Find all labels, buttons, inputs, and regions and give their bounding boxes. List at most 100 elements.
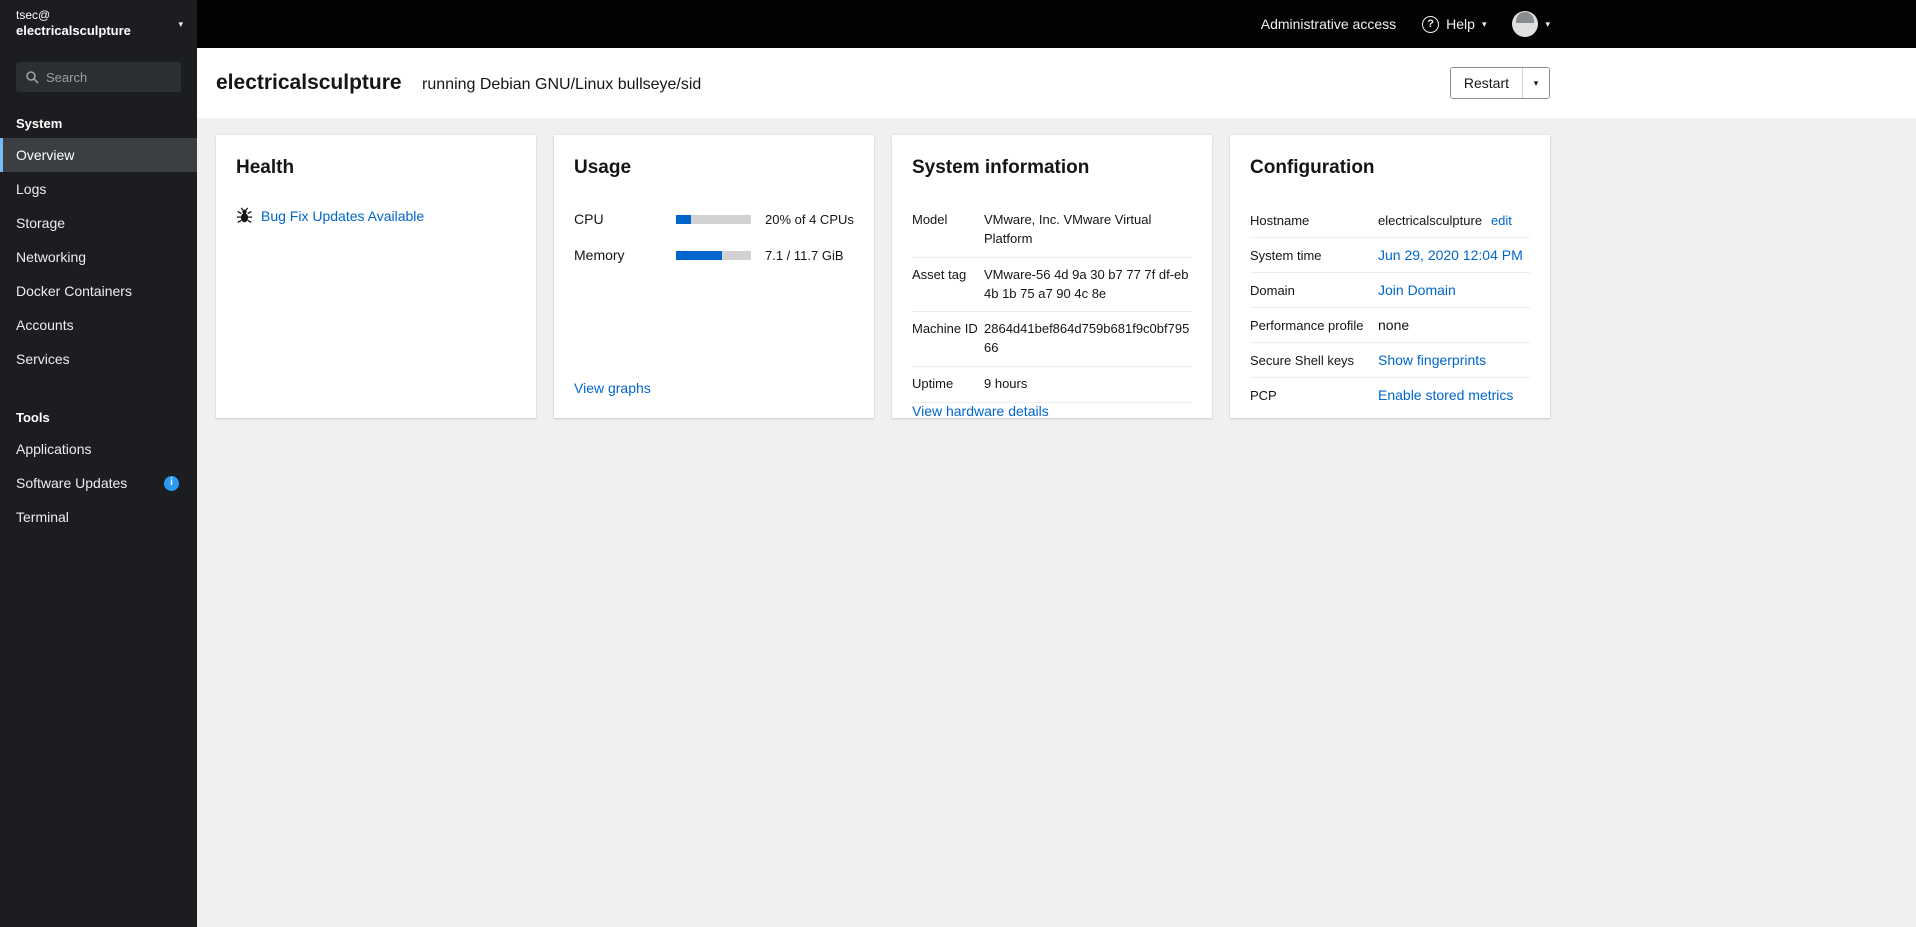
memory-usage-value: 7.1 / 11.7 GiB xyxy=(765,247,844,263)
health-card: Health Bug Fix Updates Available xyxy=(216,135,536,418)
sidebar-item-applications[interactable]: Applications xyxy=(0,432,197,466)
usage-rows: CPU 20% of 4 CPUs Memory 7.1 / 11.7 GiB xyxy=(574,211,854,283)
system-time-label: System time xyxy=(1250,248,1322,263)
sidebar-nav: System Overview Logs Storage Networking … xyxy=(0,102,197,927)
cpu-usage-value: 20% of 4 CPUs xyxy=(765,211,854,227)
memory-progress-bar xyxy=(676,250,751,260)
avatar xyxy=(1512,11,1539,37)
pcp-value: Enable stored metrics xyxy=(1378,387,1530,403)
model-value: VMware, Inc. VMware Virtual Platform xyxy=(984,212,1152,246)
restart-button[interactable]: Restart xyxy=(1450,68,1522,98)
administrative-access-button[interactable]: Administrative access xyxy=(1261,16,1396,32)
table-row: System time Jun 29, 2020 12:04 PM xyxy=(1250,238,1530,273)
table-row: Model VMware, Inc. VMware Virtual Platfo… xyxy=(912,203,1192,258)
sidebar-item-services[interactable]: Services xyxy=(0,342,197,376)
cpu-label: CPU xyxy=(574,211,604,227)
system-time-link[interactable]: Jun 29, 2020 12:04 PM xyxy=(1378,247,1523,263)
card-footer: View hardware details xyxy=(912,403,1192,421)
domain-label: Domain xyxy=(1250,283,1295,298)
view-graphs-link[interactable]: View graphs xyxy=(574,380,651,396)
hostname-label: Hostname xyxy=(1250,213,1310,228)
chevron-down-icon: ▾ xyxy=(1533,77,1539,88)
masthead-title-group: electricalsculpture running Debian GNU/L… xyxy=(216,71,701,95)
chevron-down-icon: ▾ xyxy=(178,18,183,29)
uptime-label: Uptime xyxy=(912,376,954,392)
help-label: Help xyxy=(1446,16,1475,32)
table-row: Machine ID 2864d41bef864d759b681f9c0bf79… xyxy=(912,312,1192,368)
hostname-value: electricalsculpture edit xyxy=(1378,212,1530,228)
join-domain-link[interactable]: Join Domain xyxy=(1378,282,1456,298)
show-fingerprints-link[interactable]: Show fingerprints xyxy=(1378,352,1486,368)
os-release-text: running Debian GNU/Linux bullseye/sid xyxy=(422,76,702,93)
restart-split-button: Restart ▾ xyxy=(1449,67,1550,99)
performance-profile-value: none xyxy=(1378,317,1410,333)
session-menu-button[interactable]: ▾ xyxy=(1512,11,1550,37)
content-area: Health Bug Fix Updates Available Usage C… xyxy=(197,118,1916,927)
cpu-progress-bar xyxy=(676,214,751,224)
sidebar-item-logs[interactable]: Logs xyxy=(0,172,197,206)
nav-section-label: System xyxy=(16,116,63,131)
table-row: PCP Enable stored metrics xyxy=(1250,378,1530,412)
help-menu-button[interactable]: ? Help ▾ xyxy=(1422,15,1487,33)
nav-section-label: Tools xyxy=(16,410,50,425)
main-area: Administrative access ? Help ▾ ▾ electri… xyxy=(197,0,1916,927)
table-row: Asset tag VMware-56 4d 9a 30 b7 77 7f df… xyxy=(912,258,1192,313)
sidebar: tsec@ electricalsculpture ▾ System Overv… xyxy=(0,0,197,927)
sidebar-item-label: Software Updates xyxy=(16,475,128,491)
nav-section-tools: Tools Applications Software Updates i Te… xyxy=(0,402,197,534)
help-icon: ? xyxy=(1422,15,1440,33)
host-switcher-text: tsec@ electricalsculpture xyxy=(16,8,131,39)
sidebar-search xyxy=(16,62,181,92)
table-row: Performance profile none xyxy=(1250,308,1530,343)
chevron-down-icon: ▾ xyxy=(1481,18,1487,29)
secure-shell-keys-label: Secure Shell keys xyxy=(1250,353,1355,368)
chevron-down-icon: ▾ xyxy=(1545,18,1550,29)
domain-value: Join Domain xyxy=(1378,282,1530,298)
model-label: Model xyxy=(912,212,948,227)
page-title: electricalsculpture xyxy=(216,71,402,94)
configuration-rows: Hostname electricalsculpture edit System… xyxy=(1250,203,1530,412)
machine-id-label: Machine ID xyxy=(912,321,978,337)
sidebar-item-terminal[interactable]: Terminal xyxy=(0,500,197,534)
sidebar-item-networking[interactable]: Networking xyxy=(0,240,197,274)
card-footer: View graphs xyxy=(574,380,854,398)
asset-tag-label: Asset tag xyxy=(912,266,967,282)
table-row: Domain Join Domain xyxy=(1250,273,1530,308)
current-host: electricalsculpture xyxy=(16,23,131,39)
card-title: Configuration xyxy=(1250,157,1375,178)
memory-label: Memory xyxy=(574,247,625,263)
asset-tag-value: VMware-56 4d 9a 30 b7 77 7f df-eb 4b 1b … xyxy=(984,266,1189,301)
host-switcher[interactable]: tsec@ electricalsculpture ▾ xyxy=(0,0,197,48)
app-root: tsec@ electricalsculpture ▾ System Overv… xyxy=(0,0,1916,927)
bug-fix-updates-link[interactable]: Bug Fix Updates Available xyxy=(261,208,424,224)
sidebar-item-accounts[interactable]: Accounts xyxy=(0,308,197,342)
machine-id-value: 2864d41bef864d759b681f9c0bf79566 xyxy=(984,321,1190,356)
sidebar-item-storage[interactable]: Storage xyxy=(0,206,197,240)
performance-profile-label: Performance profile xyxy=(1250,318,1364,333)
health-update-row: Bug Fix Updates Available xyxy=(236,207,516,224)
search-icon xyxy=(25,70,39,84)
system-info-rows: Model VMware, Inc. VMware Virtual Platfo… xyxy=(912,203,1192,403)
search-input[interactable] xyxy=(16,62,181,92)
table-row: Hostname electricalsculpture edit xyxy=(1250,203,1530,238)
enable-stored-metrics-link[interactable]: Enable stored metrics xyxy=(1378,387,1513,403)
table-row: Uptime 9 hours xyxy=(912,367,1192,403)
system-time-value: Jun 29, 2020 12:04 PM xyxy=(1378,247,1530,263)
configuration-card: Configuration Hostname electricalsculptu… xyxy=(1230,135,1550,418)
pcp-label: PCP xyxy=(1250,388,1277,403)
usage-card: Usage CPU 20% of 4 CPUs Memory 7.1 / 11.… xyxy=(554,135,874,418)
logged-in-user: tsec@ xyxy=(16,8,51,23)
card-title: Usage xyxy=(574,157,632,178)
card-title: Health xyxy=(236,157,295,178)
nav-section-system: System Overview Logs Storage Networking … xyxy=(0,108,197,376)
cpu-usage-row: CPU 20% of 4 CPUs xyxy=(574,211,854,227)
sidebar-item-overview[interactable]: Overview xyxy=(0,138,197,172)
uptime-value: 9 hours xyxy=(984,376,1028,392)
restart-dropdown-toggle[interactable]: ▾ xyxy=(1522,68,1549,98)
edit-hostname-link[interactable]: edit xyxy=(1491,213,1512,228)
view-hardware-details-link[interactable]: View hardware details xyxy=(912,403,1049,419)
system-information-card: System information Model VMware, Inc. VM… xyxy=(892,135,1212,421)
sidebar-item-docker-containers[interactable]: Docker Containers xyxy=(0,274,197,308)
sidebar-item-software-updates[interactable]: Software Updates i xyxy=(0,466,197,500)
info-icon: i xyxy=(164,475,179,491)
